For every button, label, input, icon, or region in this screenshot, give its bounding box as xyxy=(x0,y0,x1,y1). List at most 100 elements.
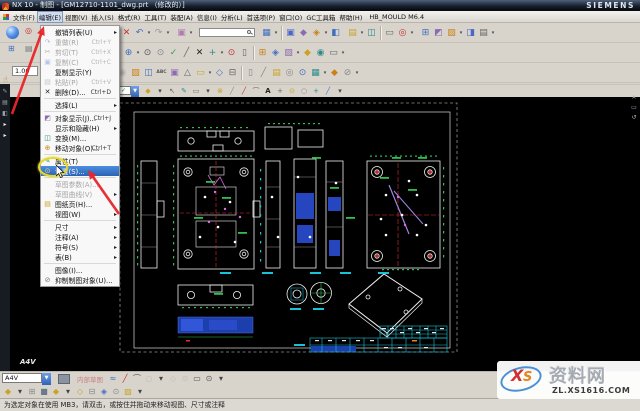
toolbar-icon[interactable]: ▭ xyxy=(327,44,340,62)
circle-icon[interactable]: ○ xyxy=(143,373,155,385)
title-bar[interactable]: NX 10 - 制图 - [GM12710-1101_dwg.prt （修改的）… xyxy=(0,0,640,11)
copy-icon[interactable]: ▣ xyxy=(175,24,188,42)
canvas-side-icon[interactable]: ✕ xyxy=(631,94,636,101)
toolbar-icon[interactable]: ◫ xyxy=(142,64,155,82)
edit-menu-item[interactable]: ◩对象显示(J)...Ctrl+J xyxy=(41,113,119,123)
toolbar-icon[interactable]: ▭ xyxy=(383,24,396,42)
toolbar-icon[interactable]: ◇ xyxy=(213,64,226,82)
menu-item-9[interactable]: 分析(L) xyxy=(219,11,245,23)
select-arrow-icon[interactable]: ↖ xyxy=(166,85,178,97)
edit-menu-item[interactable]: 选择(L)▸ xyxy=(41,100,119,110)
toolbar-icon[interactable]: ⊘ xyxy=(341,64,354,82)
dropdown-arrow-icon[interactable]: ▾ xyxy=(409,24,415,42)
command-search-box[interactable] xyxy=(199,28,255,37)
edit-menu-item[interactable]: 符号(S)▸ xyxy=(41,242,119,252)
toolbar-icon[interactable]: ⊟ xyxy=(86,386,98,398)
dropdown-arrow-icon[interactable]: ▾ xyxy=(154,85,166,97)
zoom-icon[interactable]: ⊙ xyxy=(154,44,167,62)
menu-item-7[interactable]: 装配(A) xyxy=(168,11,195,23)
toolbar-icon[interactable]: ▦ xyxy=(309,64,322,82)
snap-text-icon[interactable]: A xyxy=(262,85,274,97)
toolbar-icon[interactable]: ◈ xyxy=(98,386,110,398)
dropdown-arrow-icon[interactable]: ▾ xyxy=(354,64,360,82)
toolbar-icon[interactable]: ⊙ xyxy=(296,64,309,82)
menu-item-4[interactable]: 插入(S) xyxy=(90,11,116,23)
snap-intersection-icon[interactable]: ⊗ xyxy=(214,85,226,97)
redo-icon[interactable]: ↷ xyxy=(152,24,165,42)
rectangle-icon[interactable]: ▭ xyxy=(190,85,202,97)
snap-circle-icon[interactable]: ○ xyxy=(298,85,310,97)
menu-item-10[interactable]: 首选项(P) xyxy=(245,11,278,23)
edit-menu-item[interactable]: 复制显示(Y) xyxy=(41,67,119,77)
toolbar-icon[interactable]: ▨ xyxy=(129,64,142,82)
toolbar-icon[interactable]: ▭ xyxy=(194,64,207,82)
toolbar-icon[interactable]: ◎ xyxy=(283,64,296,82)
edit-menu-item[interactable]: 撤销列表(U)▸ xyxy=(41,27,119,37)
toolbar-icon[interactable]: ◆ xyxy=(328,64,341,82)
snap-line-icon[interactable]: ╱ xyxy=(238,85,250,97)
dropdown-arrow-icon[interactable]: ▾ xyxy=(334,85,346,97)
snap-line-icon[interactable]: ╱ xyxy=(226,85,238,97)
dropdown-arrow-icon[interactable]: ▾ xyxy=(14,386,26,398)
dropdown-arrow-icon[interactable]: ▾ xyxy=(155,373,167,385)
circle-center-icon[interactable]: ⊙ xyxy=(203,373,215,385)
block-icon[interactable]: ■ xyxy=(38,386,50,398)
toolbar-icon[interactable]: ◆ xyxy=(297,24,310,42)
snap-arc-icon[interactable]: ⌒ xyxy=(250,85,262,97)
toolbar-icon[interactable]: ▨ xyxy=(282,44,295,62)
target-icon[interactable]: ⊙ xyxy=(225,44,238,62)
menu-item-3[interactable]: 视图(V) xyxy=(63,11,90,23)
snap-center-icon[interactable]: ⊙ xyxy=(286,85,298,97)
search-input[interactable] xyxy=(203,29,247,36)
toolbar-icon[interactable]: ▤ xyxy=(477,24,490,42)
snap-combo-dropdown-button[interactable]: ▼ xyxy=(131,86,139,97)
thumb-up-icon[interactable]: ☝ xyxy=(3,75,8,84)
toolbar-icon[interactable]: ⊕ xyxy=(122,44,135,62)
dropdown-arrow-icon[interactable]: ▾ xyxy=(273,24,279,42)
toolbar-icon[interactable]: ▨ xyxy=(445,24,458,42)
toolbar-icon[interactable]: ◫ xyxy=(365,24,378,42)
menu-item-2[interactable]: 编辑(E) xyxy=(37,11,63,23)
menu-item-1[interactable]: 文件(F) xyxy=(11,11,37,23)
delete-icon[interactable]: ✕ xyxy=(120,24,133,42)
resource-bar-icon[interactable]: ◧ xyxy=(2,110,8,117)
toolbar-icon[interactable]: ▣ xyxy=(168,64,181,82)
resource-bar-expand-arrow-icon[interactable]: ▸ xyxy=(3,121,6,128)
zoom-icon[interactable]: ⊙ xyxy=(141,44,154,62)
snap-line-icon[interactable]: ╱ xyxy=(322,85,334,97)
edit-menu-item[interactable]: 视图(W)▸ xyxy=(41,209,119,219)
sphere-tool-icon[interactable] xyxy=(6,26,19,39)
toolbar-icon[interactable]: ◎ xyxy=(396,24,409,42)
canvas-side-icon[interactable]: ↺ xyxy=(631,114,636,121)
dropdown-arrow-icon[interactable]: ▾ xyxy=(134,386,146,398)
edit-menu-item[interactable]: 图像(I)... xyxy=(41,265,119,275)
pencil-icon[interactable]: ✎ xyxy=(178,85,190,97)
dropdown-arrow-icon[interactable]: ▾ xyxy=(188,24,194,42)
grid-icon[interactable]: ⊞ xyxy=(26,386,38,398)
view-combo[interactable]: A4V ▼ xyxy=(2,373,51,385)
dropdown-arrow-icon[interactable]: ▾ xyxy=(215,373,227,385)
rectangle-icon[interactable]: ▭ xyxy=(191,373,203,385)
menu-item-11[interactable]: 窗口(O) xyxy=(277,11,304,23)
solid-tool-icon[interactable]: ◆ xyxy=(2,386,14,398)
sketch-plane-icon[interactable] xyxy=(58,374,70,384)
edit-menu-item[interactable]: 显示和隐藏(H)▸ xyxy=(41,123,119,133)
custom-menu-label[interactable]: HB_MOULD M6.4 xyxy=(369,13,424,21)
close-icon[interactable]: ✕ xyxy=(193,44,206,62)
grid-tool-icon[interactable]: ⊞ xyxy=(8,44,15,53)
line-icon[interactable]: ╱ xyxy=(119,373,131,385)
abc-annotation-icon[interactable]: ABC xyxy=(155,64,168,82)
toolbar-icon[interactable]: + xyxy=(206,44,219,62)
edit-menu-item[interactable]: ⊕移动对象(O)...Ctrl+T xyxy=(41,143,119,153)
toolbar-icon[interactable]: △ xyxy=(181,64,194,82)
polygon-icon[interactable]: ◇ xyxy=(167,373,179,385)
edit-menu-item[interactable]: 尺寸▸ xyxy=(41,222,119,232)
undo-icon[interactable]: ↶ xyxy=(133,24,146,42)
toolbar-icon[interactable]: ⊙ xyxy=(110,386,122,398)
edit-menu-item[interactable]: ⊘抑制制图对象(U)... xyxy=(41,275,119,285)
toolbar-icon[interactable]: ◩ xyxy=(432,24,445,42)
toolbar-icon[interactable]: ▯ xyxy=(244,64,257,82)
resource-bar-icon[interactable]: ✎ xyxy=(2,88,7,95)
snap-point-icon[interactable]: + xyxy=(310,85,322,97)
edit-menu-item[interactable]: ✕删除(D)...Ctrl+D xyxy=(41,87,119,97)
